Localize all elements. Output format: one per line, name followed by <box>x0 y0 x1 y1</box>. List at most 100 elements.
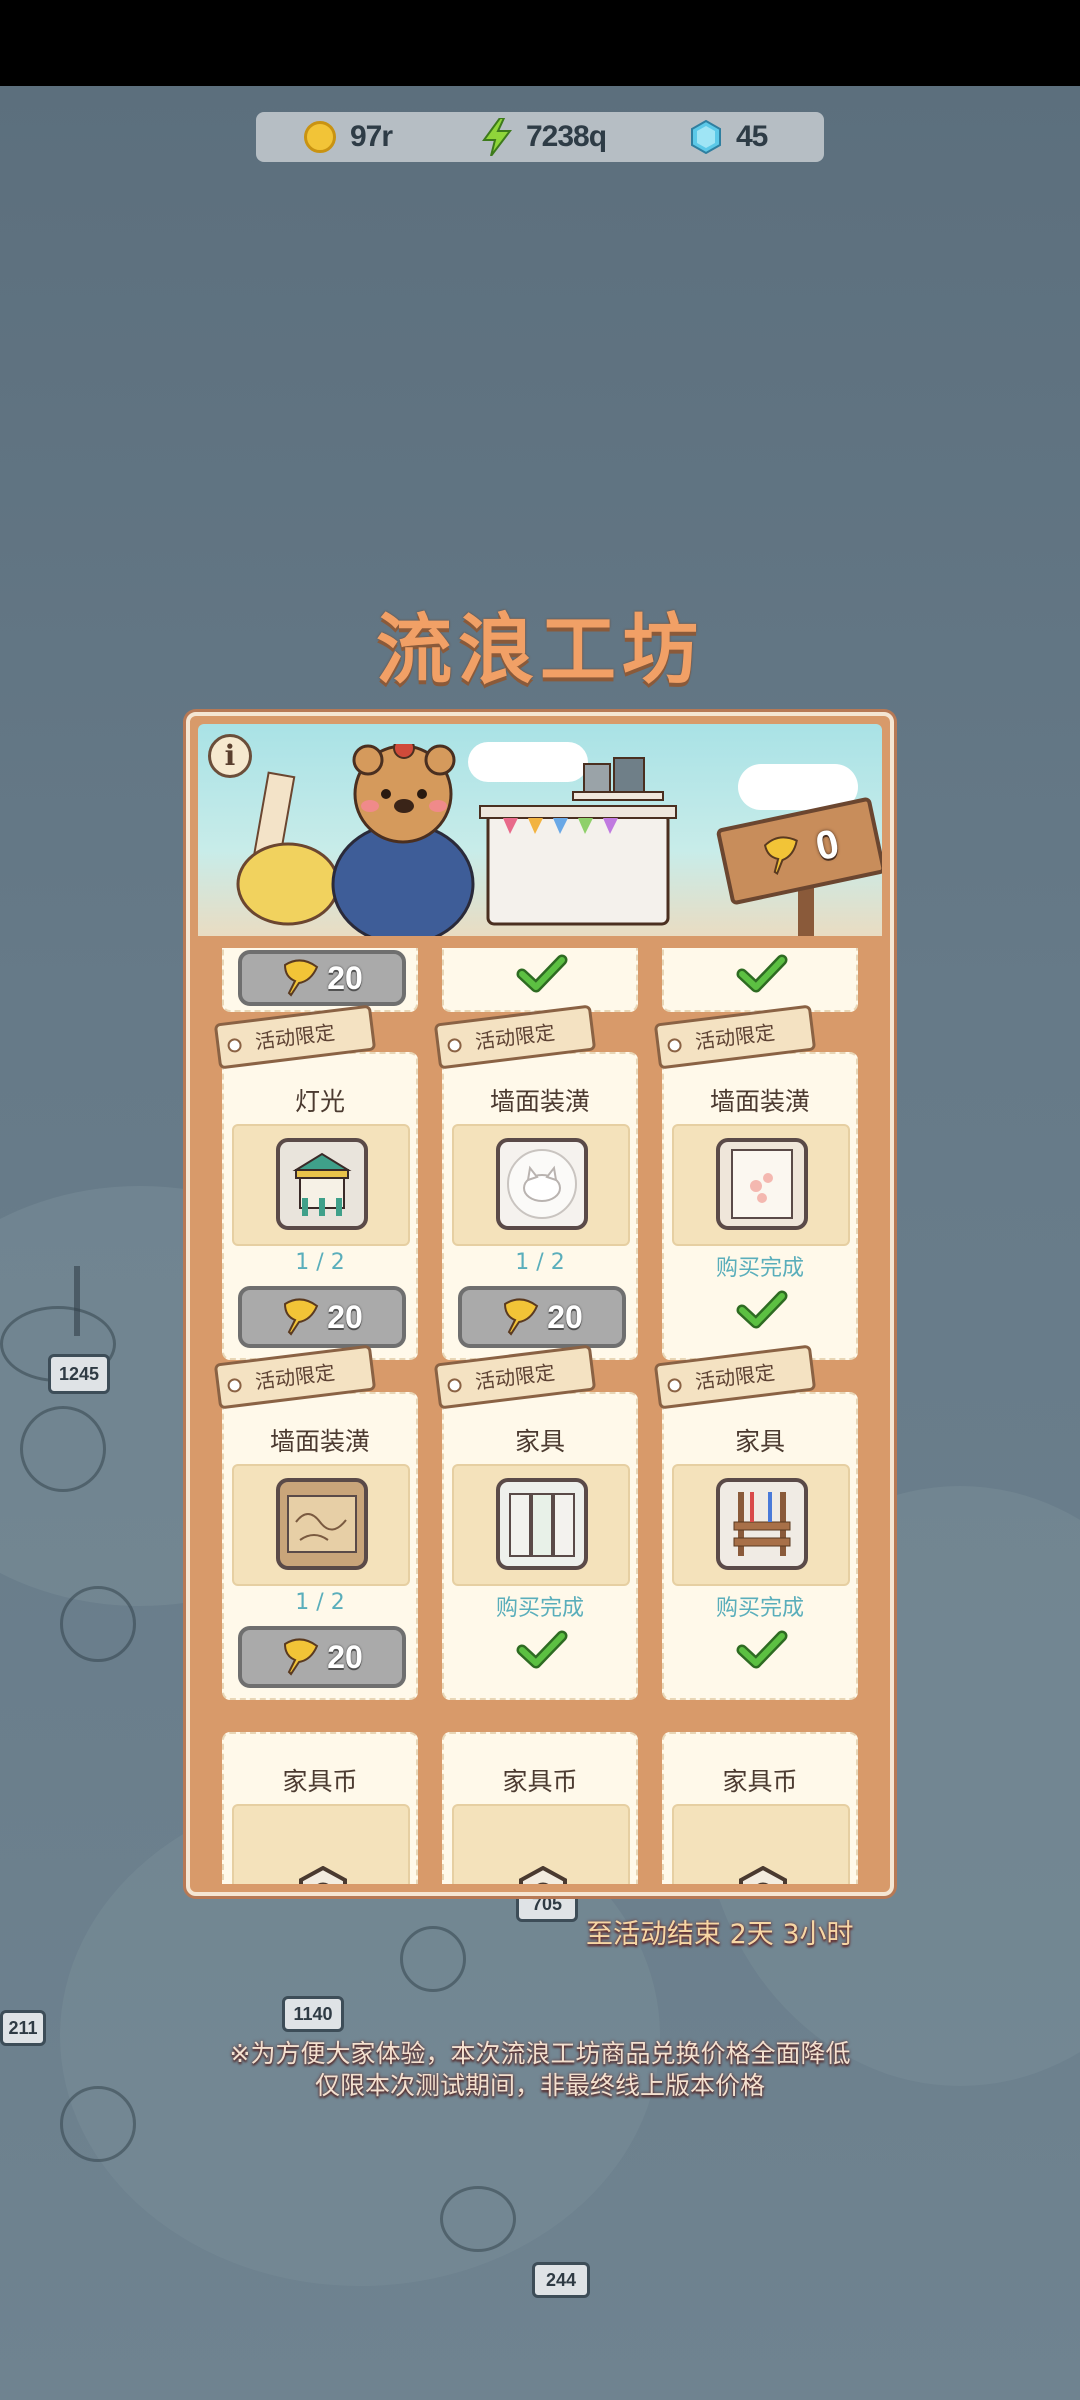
event-countdown: 至活动结束 2天 3小时 <box>586 1919 854 1950</box>
bg-sign: 1140 <box>282 1996 344 2032</box>
limited-tag: 活动限定 <box>653 1004 817 1070</box>
item-thumbnail <box>232 1124 410 1246</box>
ginkgo-leaf-icon <box>284 1638 319 1676</box>
lamp-item-image <box>276 1138 368 1230</box>
item-category: 灯光 <box>294 1087 345 1116</box>
notice-line: 仅限本次测试期间，非最终线上版本价格 <box>314 2071 765 2100</box>
item-category: 家具币 <box>722 1767 798 1796</box>
bg-sign: 1245 <box>48 1354 110 1394</box>
limited-tag: 活动限定 <box>433 1004 597 1070</box>
item-card-wall-decor[interactable]: 活动限定 墙面装潢 购买完成 <box>653 1004 858 1360</box>
rack-item-image <box>716 1478 808 1570</box>
lamp-icon <box>292 1152 352 1216</box>
limited-tag: 活动限定 <box>213 1004 377 1070</box>
purchase-complete-text: 购买完成 <box>715 1596 804 1621</box>
purchase-progress: 1 / 2 <box>295 1250 345 1275</box>
item-thumbnail <box>672 1464 850 1586</box>
item-card-lighting[interactable]: 活动限定 灯光 1 / 2 20 <box>213 1004 418 1360</box>
notice-line: ※为方便大家体验，本次流浪工坊商品兑换价格全面降低 <box>229 2039 851 2068</box>
check-icon <box>516 1630 568 1669</box>
price-notice: ※为方便大家体验，本次流浪工坊商品兑换价格全面降低 仅限本次测试期间，非最终线上… <box>0 2038 1080 2102</box>
item-category: 家具 <box>514 1427 565 1456</box>
character-decor <box>440 2186 516 2252</box>
price-amount: 20 <box>327 959 363 996</box>
workshop-banner: i 0 <box>198 724 882 936</box>
item-thumbnail <box>452 1124 630 1246</box>
check-icon <box>736 1630 788 1669</box>
check-icon <box>736 1290 788 1329</box>
status-bar <box>0 0 1080 86</box>
buy-button[interactable]: 20 <box>238 1286 406 1348</box>
gem-count: 45 <box>736 120 768 153</box>
price-amount: 20 <box>327 1298 363 1335</box>
page-title: 流浪工坊 <box>376 605 704 694</box>
item-thumbnail <box>452 1464 630 1586</box>
cat-plate-icon <box>507 1149 577 1219</box>
item-card-furniture-coin[interactable]: 家具币 <box>442 1732 638 1884</box>
buy-button[interactable]: 20 <box>238 950 406 1006</box>
item-category: 墙面装潢 <box>489 1087 590 1116</box>
item-card-wall-decor[interactable]: 活动限定 墙面装潢 1 / 2 20 <box>213 1344 418 1700</box>
coin-count: 97r <box>350 120 393 153</box>
buy-button[interactable]: 20 <box>238 1626 406 1688</box>
item-thumbnail <box>232 1464 410 1586</box>
purchase-complete-text: 购买完成 <box>715 1256 804 1281</box>
lightning-icon <box>482 118 512 156</box>
purchase-progress: 1 / 2 <box>515 1250 565 1275</box>
leaf-counter-value: 0 <box>811 821 843 869</box>
item-thumbnail <box>672 1804 850 1884</box>
lantern-decor <box>20 1406 106 1492</box>
gem-resource[interactable]: 45 <box>690 112 768 162</box>
item-category: 家具币 <box>502 1767 578 1796</box>
item-card-furniture[interactable]: 活动限定 家具 购买完成 <box>433 1344 638 1700</box>
item-category: 家具 <box>734 1427 785 1456</box>
item-card[interactable] <box>442 948 638 1012</box>
item-thumbnail <box>672 1124 850 1246</box>
shop-panel: i 0 20 活动限定 灯光 1 / 2 20 活动限定 墙面装潢 1 / 2 … <box>186 712 894 1896</box>
flower-scroll-icon <box>731 1149 793 1219</box>
nut-coin-icon <box>739 1866 787 1884</box>
item-card[interactable] <box>662 948 858 1012</box>
check-icon <box>516 954 568 993</box>
nut-coin-icon <box>299 1866 347 1884</box>
screen-item-image <box>496 1478 588 1570</box>
wall-decor-item-image <box>496 1138 588 1230</box>
item-card-furniture[interactable]: 活动限定 家具 购买完成 <box>653 1344 858 1700</box>
map-item-image <box>276 1478 368 1570</box>
item-thumbnail <box>452 1804 630 1884</box>
ginkgo-leaf-icon <box>763 836 798 875</box>
purchase-progress: 1 / 2 <box>295 1590 345 1615</box>
energy-count: 7238q <box>526 120 607 153</box>
folding-screen-icon <box>509 1493 575 1557</box>
coin-icon <box>304 121 336 153</box>
item-category: 墙面装潢 <box>709 1087 810 1116</box>
item-thumbnail <box>232 1804 410 1884</box>
ginkgo-leaf-icon <box>504 1298 539 1336</box>
wooden-rack-icon <box>733 1492 791 1556</box>
wall-scroll-item-image <box>716 1138 808 1230</box>
workshop-illustration <box>236 744 677 936</box>
item-card-furniture-coin[interactable]: 家具币 <box>662 1732 858 1884</box>
price-amount: 20 <box>547 1298 583 1335</box>
item-grid[interactable]: 20 活动限定 灯光 1 / 2 20 活动限定 墙面装潢 1 / 2 20 活… <box>206 948 874 1884</box>
item-card-wall-decor[interactable]: 活动限定 墙面装潢 1 / 2 20 <box>433 1004 638 1360</box>
leaf-counter-sign: 0 <box>715 796 882 906</box>
balloon-decor <box>60 1586 136 1662</box>
ginkgo-leaf-icon <box>284 959 319 997</box>
item-card-furniture-coin[interactable]: 家具币 <box>222 1732 418 1884</box>
check-icon <box>736 954 788 993</box>
energy-resource[interactable]: 7238q <box>482 112 607 162</box>
purchase-complete-text: 购买完成 <box>495 1596 584 1621</box>
nut-coin-icon <box>519 1866 567 1884</box>
pumpkin-decor <box>400 1926 466 1992</box>
info-button[interactable]: i <box>208 734 252 778</box>
ginkgo-leaf-icon <box>284 1298 319 1336</box>
price-amount: 20 <box>327 1638 363 1675</box>
bg-sign: 244 <box>532 2262 590 2298</box>
item-card[interactable]: 20 <box>222 948 418 1012</box>
coin-resource[interactable]: 97r <box>304 112 393 162</box>
item-category: 墙面装潢 <box>269 1427 370 1456</box>
item-category: 家具币 <box>282 1767 358 1796</box>
buy-button[interactable]: 20 <box>458 1286 626 1348</box>
resource-bar: 97r 7238q 45 <box>256 112 824 162</box>
